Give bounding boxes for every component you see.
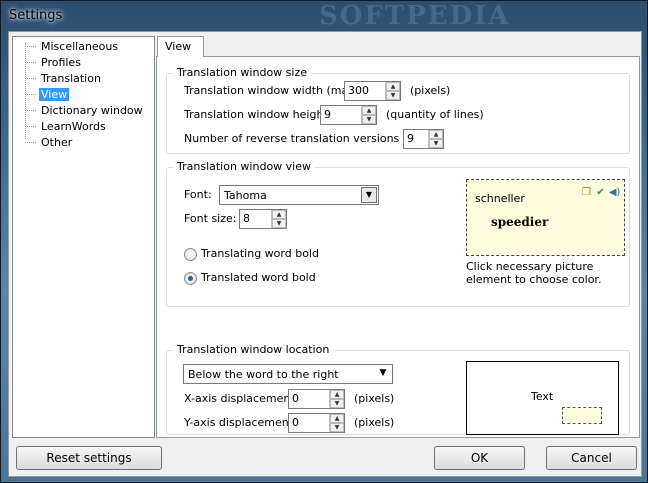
settings-tree[interactable]: Miscellaneous Profiles Translation View …	[12, 36, 155, 438]
speaker-icon[interactable]: ◀)	[608, 187, 621, 200]
cancel-button[interactable]: Cancel	[546, 446, 637, 470]
location-preview-text: Text	[531, 390, 554, 403]
radio-translated-bold[interactable]	[184, 272, 197, 285]
group-legend: Translation window size	[173, 66, 311, 79]
versions-spinner[interactable]: 9 ▲ ▼	[403, 129, 444, 149]
spin-up-icon[interactable]: ▲	[429, 130, 443, 139]
tab-view[interactable]: View	[157, 36, 204, 57]
location-preview: Text	[466, 361, 619, 435]
chevron-down-icon[interactable]: ▼	[375, 366, 391, 382]
x-axis-value: 0	[292, 392, 299, 405]
spin-up-icon[interactable]: ▲	[272, 210, 286, 219]
tree-item-label: LearnWords	[41, 120, 106, 133]
spin-up-icon[interactable]: ▲	[330, 390, 344, 399]
spin-up-icon[interactable]: ▲	[362, 106, 376, 115]
tree-item-view[interactable]: View	[25, 87, 70, 103]
check-icon[interactable]: ✔	[594, 187, 607, 200]
x-axis-unit: (pixels)	[354, 392, 395, 405]
window-title: Settings	[9, 8, 63, 23]
width-value: 300	[348, 84, 369, 97]
preview-icon-bar: ❐ ✔ ◀)	[579, 185, 621, 200]
font-select[interactable]: Tahoma ▼	[219, 185, 379, 205]
spin-down-icon[interactable]: ▼	[330, 423, 344, 432]
y-axis-unit: (pixels)	[354, 416, 395, 429]
reset-settings-button[interactable]: Reset settings	[16, 446, 162, 470]
preview-translation[interactable]: speedier	[491, 215, 548, 229]
font-value: Tahoma	[224, 189, 267, 202]
tree-item-label: Miscellaneous	[41, 40, 119, 53]
settings-window: Settings SOFTPEDIA Miscellaneous Profile…	[0, 0, 648, 483]
spin-up-icon[interactable]: ▲	[330, 414, 344, 423]
versions-label: Number of reverse translation versions (…	[184, 132, 440, 145]
title-bar[interactable]: Settings SOFTPEDIA	[1, 1, 647, 31]
group-window-location: Translation window location Below the wo…	[166, 343, 630, 435]
group-window-view: Translation window view Font: Tahoma ▼ F…	[166, 160, 630, 307]
preview-word[interactable]: schneller	[475, 192, 525, 205]
font-size-value: 8	[243, 212, 250, 225]
location-preview-window	[562, 407, 602, 424]
width-unit: (pixels)	[410, 84, 451, 97]
width-spinner[interactable]: 300 ▲ ▼	[344, 81, 401, 101]
location-value: Below the word to the right	[188, 368, 339, 381]
spin-down-icon[interactable]: ▼	[272, 219, 286, 228]
watermark-logo: SOFTPEDIA	[319, 1, 511, 31]
group-legend: Translation window location	[173, 343, 334, 356]
spin-down-icon[interactable]: ▼	[330, 399, 344, 408]
height-value: 9	[324, 108, 331, 121]
tree-item-label: Profiles	[41, 56, 81, 69]
tree-item-dictionary-window[interactable]: Dictionary window	[25, 103, 145, 119]
x-axis-label: X-axis displacement:	[184, 392, 299, 405]
spin-down-icon[interactable]: ▼	[386, 91, 400, 100]
font-label: Font:	[184, 188, 212, 201]
group-legend: Translation window view	[173, 160, 315, 173]
chevron-down-icon[interactable]: ▼	[361, 187, 377, 203]
tree-item-label: View	[39, 88, 70, 101]
spin-down-icon[interactable]: ▼	[362, 115, 376, 124]
color-hint: Click necessary picture element to choos…	[466, 260, 602, 286]
height-unit: (quantity of lines)	[386, 108, 484, 121]
height-spinner[interactable]: 9 ▲ ▼	[320, 105, 377, 125]
tree-item-label: Dictionary window	[41, 104, 143, 117]
x-axis-spinner[interactable]: 0 ▲ ▼	[288, 389, 345, 409]
group-window-size: Translation window size Translation wind…	[166, 66, 630, 154]
height-label: Translation window height:	[184, 108, 332, 121]
spin-up-icon[interactable]: ▲	[386, 82, 400, 91]
radio-translated-bold-label[interactable]: Translated word bold	[201, 271, 316, 284]
width-label: Translation window width (max):	[184, 84, 363, 97]
tree-item-translation[interactable]: Translation	[25, 71, 103, 87]
font-size-label: Font size:	[184, 212, 237, 225]
tree-item-label: Other	[41, 136, 73, 149]
tree-item-learnwords[interactable]: LearnWords	[25, 119, 108, 135]
tree-item-label: Translation	[41, 72, 101, 85]
spin-down-icon[interactable]: ▼	[429, 139, 443, 148]
tab-panel-view: Translation window size Translation wind…	[156, 56, 640, 438]
tree-item-profiles[interactable]: Profiles	[25, 55, 83, 71]
translation-preview[interactable]: schneller speedier ❐ ✔ ◀)	[466, 179, 625, 256]
ok-button[interactable]: OK	[434, 446, 525, 470]
radio-translating-bold[interactable]	[184, 248, 197, 261]
location-select[interactable]: Below the word to the right ▼	[183, 364, 393, 384]
y-axis-spinner[interactable]: 0 ▲ ▼	[288, 413, 345, 433]
versions-value: 9	[407, 132, 414, 145]
tree-item-other[interactable]: Other	[25, 135, 74, 151]
copy-icon[interactable]: ❐	[580, 187, 593, 200]
y-axis-value: 0	[292, 416, 299, 429]
font-size-spinner[interactable]: 8 ▲ ▼	[239, 209, 287, 229]
radio-translating-bold-label[interactable]: Translating word bold	[201, 247, 319, 260]
y-axis-label: Y-axis displacement:	[184, 416, 297, 429]
tree-item-miscellaneous[interactable]: Miscellaneous	[25, 39, 120, 55]
client-area: Miscellaneous Profiles Translation View …	[8, 31, 642, 477]
